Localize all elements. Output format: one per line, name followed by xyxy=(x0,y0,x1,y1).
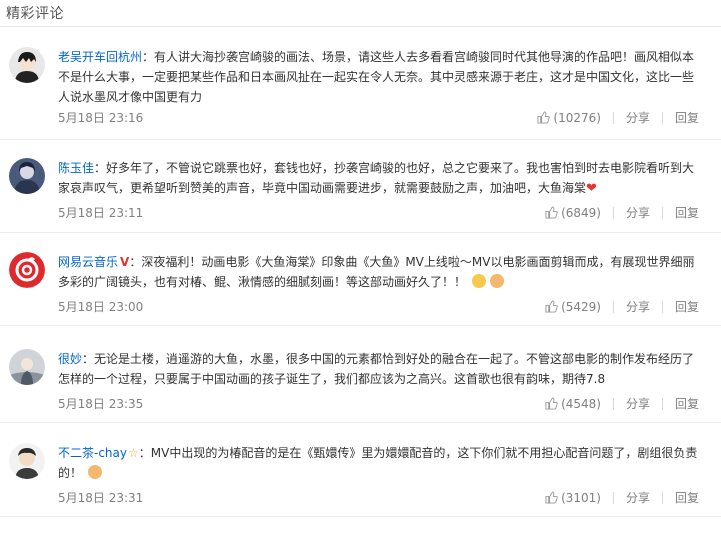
like-button[interactable]: (4548) xyxy=(545,397,601,411)
username[interactable]: 网易云音乐 xyxy=(58,255,118,269)
avatar[interactable] xyxy=(9,158,45,194)
like-count: (10276) xyxy=(553,110,601,125)
smile-emoji-icon xyxy=(87,465,102,479)
action-separator xyxy=(612,111,614,124)
comment-text: 无论是土楼，逍遥游的大鱼，水墨，很多中国的元素都恰到好处的融合在一起了。不管这部… xyxy=(58,352,695,386)
like-count: (5429) xyxy=(561,299,601,314)
avatar[interactable] xyxy=(9,443,45,479)
action-separator xyxy=(661,491,663,504)
reply-button[interactable]: 回复 xyxy=(675,298,699,315)
thumbs-up-icon xyxy=(545,397,558,410)
share-button[interactable]: 分享 xyxy=(626,204,650,221)
thumbs-up-icon xyxy=(545,491,558,504)
username[interactable]: 很妙 xyxy=(58,352,82,366)
comment-item: 很妙：无论是土楼，逍遥游的大鱼，水墨，很多中国的元素都恰到好处的融合在一起了。不… xyxy=(0,349,721,445)
reply-button[interactable]: 回复 xyxy=(675,489,699,506)
comment-text: MV中出现的为椿配音的是在《甄嬛传》里为嬛嬛配音的，这下你们就不用担心配音问题了… xyxy=(58,446,698,480)
verified-badge-icon: V xyxy=(120,255,130,269)
heart-emoji-icon: ❤ xyxy=(586,181,597,196)
share-button[interactable]: 分享 xyxy=(626,395,650,412)
section-title: 精彩评论 xyxy=(6,6,64,22)
username[interactable]: 老吴开车回杭州 xyxy=(58,50,142,64)
comment-text: 好多年了，不管说它跳票也好，套钱也好，抄袭宫崎骏的也好，总之它要来了。我也害怕到… xyxy=(58,161,695,195)
action-separator xyxy=(612,491,614,504)
timestamp: 5月18日 23:16 xyxy=(58,111,144,125)
like-button[interactable]: (6849) xyxy=(545,206,601,220)
reply-button[interactable]: 回复 xyxy=(675,395,699,412)
thumbs-up-icon xyxy=(545,300,558,313)
avatar[interactable] xyxy=(9,252,45,288)
section-divider xyxy=(0,26,721,27)
action-separator xyxy=(612,206,614,219)
avatar[interactable] xyxy=(9,349,45,385)
username[interactable]: 陈玉佳 xyxy=(58,161,94,175)
action-separator xyxy=(612,300,614,313)
timestamp: 5月18日 23:35 xyxy=(58,397,144,411)
comment-divider xyxy=(0,139,721,140)
like-count: (3101) xyxy=(561,490,601,505)
thumbs-up-icon xyxy=(537,111,551,124)
like-count: (6849) xyxy=(561,205,601,220)
tongue-emoji-icon xyxy=(489,274,504,288)
thumbs-up-icon xyxy=(545,206,558,219)
action-separator xyxy=(612,397,614,410)
smile-emoji-icon xyxy=(471,274,486,288)
reply-button[interactable]: 回复 xyxy=(675,109,699,126)
share-button[interactable]: 分享 xyxy=(626,109,650,126)
comment-divider xyxy=(0,516,721,517)
comment-item: 网易云音乐 V：深夜福利！动画电影《大鱼海棠》印象曲《大鱼》MV上线啦～MV以电影… xyxy=(0,252,721,348)
comment-text: 深夜福利！动画电影《大鱼海棠》印象曲《大鱼》MV上线啦～MV以电影画面剪辑而成，… xyxy=(58,255,695,289)
comment-item: 陈玉佳：好多年了，不管说它跳票也好，套钱也好，抄袭宫崎骏的也好，总之它要来了。我… xyxy=(0,158,721,254)
share-button[interactable]: 分享 xyxy=(626,489,650,506)
avatar[interactable] xyxy=(9,47,45,83)
comment-divider xyxy=(0,422,721,423)
timestamp: 5月18日 23:00 xyxy=(58,300,144,314)
share-button[interactable]: 分享 xyxy=(626,298,650,315)
reply-button[interactable]: 回复 xyxy=(675,204,699,221)
star-badge-icon: ☆ xyxy=(128,446,139,460)
timestamp: 5月18日 23:31 xyxy=(58,491,144,505)
username[interactable]: 不二茶-chay xyxy=(58,446,127,460)
timestamp: 5月18日 23:11 xyxy=(58,206,144,220)
action-separator xyxy=(661,397,663,410)
like-count: (4548) xyxy=(561,396,601,411)
like-button[interactable]: (3101) xyxy=(545,491,601,505)
like-button[interactable]: (5429) xyxy=(545,300,601,314)
comment-divider xyxy=(0,325,721,326)
action-separator xyxy=(661,111,663,124)
action-separator xyxy=(661,206,663,219)
action-separator xyxy=(661,300,663,313)
like-button[interactable]: (10276) xyxy=(537,111,601,125)
comment-text: 有人讲大海抄袭宫崎骏的画法、场景，请这些人去多看看宫崎骏同时代其他导演的作品吧！… xyxy=(58,50,695,104)
comment-divider xyxy=(0,232,721,233)
comment-item: 老吴开车回杭州：有人讲大海抄袭宫崎骏的画法、场景，请这些人去多看看宫崎骏同时代其… xyxy=(0,47,721,143)
comment-item: 不二茶-chay☆：MV中出现的为椿配音的是在《甄嬛传》里为嬛嬛配音的，这下你们… xyxy=(0,443,721,539)
